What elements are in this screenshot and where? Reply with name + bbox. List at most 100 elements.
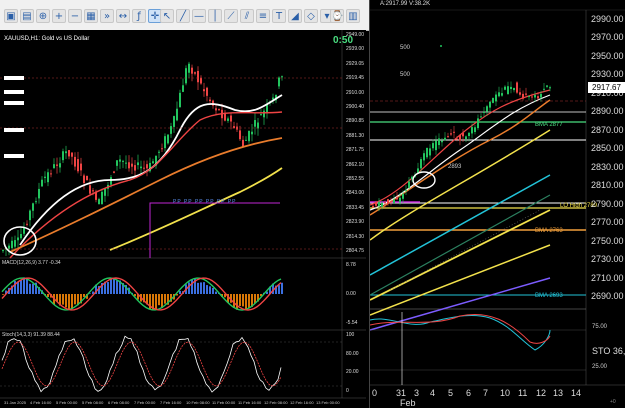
r-candle-body (489, 101, 491, 108)
candle-body (146, 164, 148, 169)
r-candle-body (537, 96, 539, 99)
left-chart-window: XAUUSD,H1: Gold vs US Dollar 0:50 PP PP … (0, 30, 366, 408)
timeframes-icon[interactable]: ⌚ (330, 9, 344, 23)
toolbar-button-1[interactable]: ▣ (4, 9, 18, 23)
candle-body (185, 68, 187, 84)
candle-body (281, 76, 283, 78)
macd-bar (233, 294, 235, 309)
macd-bar (110, 277, 112, 294)
r-candle-body (429, 148, 431, 156)
candle-body (263, 110, 265, 118)
r-candle-body (396, 197, 398, 200)
r-candle-body (540, 93, 542, 98)
macd-bar (17, 281, 19, 294)
left-date-label-6: 7 Feb 16:00 (160, 400, 182, 405)
toolbar-button-2[interactable]: ▤ (20, 9, 34, 23)
candle-body (119, 159, 121, 162)
autoscroll-icon[interactable]: » (100, 9, 114, 23)
r-candle-body (534, 94, 536, 98)
right-price-label-13: 2730.00 (591, 254, 624, 265)
macd-bar (164, 294, 166, 304)
right-title: A:2917.99 V:38.2K (380, 1, 431, 7)
stoch-axis-label-2: 20.00 (346, 369, 359, 376)
templates-icon[interactable]: ▥ (346, 9, 360, 23)
r-candle-body (471, 127, 473, 134)
channel-icon[interactable]: ⫽ (240, 9, 254, 23)
candle-body (74, 156, 76, 167)
shapes-icon[interactable]: ◇ (304, 9, 318, 23)
macd-bar (245, 294, 247, 309)
r-candle-body (531, 96, 533, 98)
candle-body (35, 201, 37, 203)
candle-body (173, 116, 175, 127)
candle-body (116, 160, 118, 166)
candle-body (182, 85, 184, 92)
candle-body (254, 120, 256, 127)
macd-axis: 8.78 0.00 -5.54 (344, 258, 366, 330)
toolbar-button-3[interactable]: ⊕ (36, 9, 50, 23)
candle-body (188, 63, 190, 73)
label-icon[interactable]: ◢ (288, 9, 302, 23)
macd-bar (62, 294, 64, 305)
indicators-icon[interactable]: ƒ (132, 9, 146, 23)
candle-body (215, 108, 217, 111)
toolbar-right-group: ⌚ ▥ (330, 9, 360, 25)
vertical-line-icon[interactable]: │ (208, 9, 222, 23)
line-icon[interactable]: ╱ (176, 9, 190, 23)
candle-body (260, 114, 262, 116)
label-box-3 (4, 101, 24, 105)
label-box-1 (4, 76, 24, 80)
macd-bar (65, 294, 67, 308)
trendline-icon[interactable]: ⟋ (224, 9, 238, 23)
right-day-label-10: 13 (553, 388, 564, 398)
right-day-label-3: 4 (430, 388, 436, 398)
fibonacci-icon[interactable]: ≡ (256, 9, 270, 23)
candle-body (89, 185, 91, 194)
r-candle-body (435, 140, 437, 151)
horizontal-line-icon[interactable]: — (192, 9, 206, 23)
r-candle-body (378, 201, 380, 207)
zoom-out-icon[interactable]: − (68, 9, 82, 23)
r-candle-body (450, 133, 452, 135)
left-price-label-1: 2939.00 (346, 46, 365, 53)
r-candle-body (393, 199, 395, 204)
macd-bar (179, 290, 181, 294)
text-icon[interactable]: T (272, 9, 286, 23)
toolbar-drawing-group: ↖ ╱ — │ ⟋ ⫽ ≡ T ◢ ◇ ▾ (160, 9, 334, 25)
grid-icon[interactable]: ▦ (84, 9, 98, 23)
toolbar-left-group: ▣ ▤ ⊕ + − ▦ » ↔ ƒ ✛ (4, 9, 162, 25)
candle-body (176, 108, 178, 121)
macd-bar (113, 277, 115, 294)
stoch-axis-label-1: 80.00 (346, 350, 359, 357)
macd-bar (116, 280, 118, 294)
macd-bar (161, 294, 163, 309)
macd-bar (197, 282, 199, 294)
right-price-label-12: 2750.00 (591, 235, 624, 246)
candle-body (38, 188, 40, 199)
right-chart-window: A:2917.99 V:38.2K 500 500 2893 BMA 2877 … (369, 0, 625, 408)
chart-shift-icon[interactable]: ↔ (116, 9, 130, 23)
right-stoch-value: 36, (612, 346, 625, 356)
right-day-label-9: 12 (536, 388, 547, 398)
macd-bar (209, 286, 211, 294)
macd-bar (203, 282, 205, 294)
candle-body (128, 162, 130, 169)
macd-bar (74, 294, 76, 305)
right-day-label-6: 7 (483, 388, 489, 398)
candle-body (14, 240, 16, 247)
candle-body (44, 176, 46, 178)
r-candle-body (441, 140, 443, 143)
candle-body (125, 162, 127, 164)
r-candle-body (519, 92, 521, 95)
r-candle-body (507, 86, 509, 95)
left-price-label-2: 2929.05 (346, 60, 365, 67)
zoom-in-icon[interactable]: + (52, 9, 66, 23)
cursor-icon[interactable]: ↖ (160, 9, 174, 23)
right-day-label-11: 14 (571, 388, 582, 398)
macd-bar (83, 294, 85, 297)
macd-bar (242, 294, 244, 307)
label-bma-2693: BMA 2693 (535, 293, 563, 299)
stoch-axis-label-3: 0 (346, 388, 349, 394)
r-candle-body (495, 94, 497, 102)
left-price-label-9: 2862.10 (346, 161, 365, 168)
